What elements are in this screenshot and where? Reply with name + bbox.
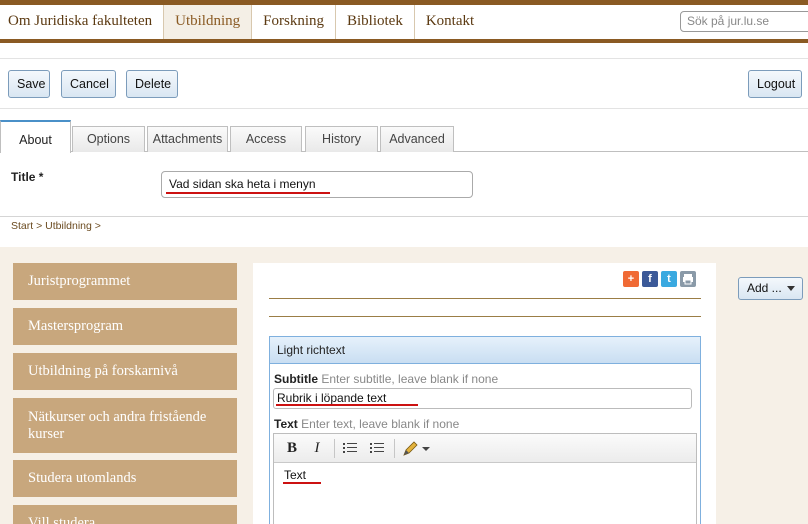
sidebar-item-studera-utomlands[interactable]: Studera utomlands [13, 460, 237, 497]
breadcrumb-bar [0, 216, 808, 247]
twitter-icon[interactable]: t [661, 271, 677, 287]
italic-button[interactable]: I [309, 439, 325, 458]
tab-access[interactable]: Access [230, 126, 302, 152]
bold-button[interactable]: B [283, 439, 301, 458]
nav-item-om-juridiska-fakulteten[interactable]: Om Juridiska fakulteten [0, 5, 165, 39]
sidebar-item-vill-studera[interactable]: Vill studera [13, 505, 237, 524]
top-navigation: Om Juridiska fakulteten Utbildning Forsk… [0, 5, 485, 39]
content-divider-bottom [269, 316, 701, 317]
subtitle-hint: Enter subtitle, leave blank if none [321, 372, 499, 386]
toolbar-separator [394, 439, 395, 458]
sidebar-item-utbildning-forskarniva[interactable]: Utbildning på forskarnivå [13, 353, 237, 390]
logout-button[interactable]: Logout [748, 70, 802, 98]
tab-about[interactable]: About [0, 120, 71, 153]
tab-attachments[interactable]: Attachments [147, 126, 228, 152]
tab-advanced[interactable]: Advanced [380, 126, 454, 152]
styles-pencil-icon[interactable] [401, 440, 431, 458]
site-header: Om Juridiska fakulteten Utbildning Forsk… [0, 0, 808, 43]
share-icons: + f t [623, 271, 696, 287]
cancel-button[interactable]: Cancel [61, 70, 116, 98]
plus-share-icon[interactable]: + [623, 271, 639, 287]
text-label-text: Text [274, 417, 298, 431]
text-annotation-underline [283, 482, 321, 484]
sidebar-item-natkurser[interactable]: Nätkurser och andra fristående kurser [13, 398, 237, 453]
nav-item-forskning[interactable]: Forskning [252, 5, 336, 39]
delete-button[interactable]: Delete [126, 70, 178, 98]
numbered-list-icon[interactable] [343, 442, 357, 454]
facebook-icon[interactable]: f [642, 271, 658, 287]
nav-item-bibliotek[interactable]: Bibliotek [336, 5, 415, 39]
add-block-button[interactable]: Add ... [738, 277, 803, 300]
sidebar-item-juristprogrammet[interactable]: Juristprogrammet [13, 263, 237, 300]
breadcrumb[interactable]: Start > Utbildning > [11, 220, 101, 232]
subtitle-annotation-underline [276, 404, 418, 406]
nav-item-kontakt[interactable]: Kontakt [415, 5, 485, 39]
chevron-down-icon [787, 286, 795, 291]
text-label: Text Enter text, leave blank if none [274, 417, 459, 431]
tab-options[interactable]: Options [72, 126, 145, 152]
add-block-label: Add ... [747, 281, 782, 295]
bullet-list-icon[interactable] [370, 442, 384, 454]
sidebar-item-mastersprogram[interactable]: Mastersprogram [13, 308, 237, 345]
editor-content[interactable]: Text [284, 468, 306, 482]
print-icon[interactable] [680, 271, 696, 287]
subtitle-label-text: Subtitle [274, 372, 318, 386]
richtext-header: Light richtext [270, 337, 700, 364]
editor-tabs: About Options Attachments Access History… [0, 120, 808, 153]
edit-toolbar: Save Cancel Delete Logout [0, 58, 808, 109]
title-label: Title * [11, 170, 44, 184]
toolbar-separator [334, 439, 335, 458]
text-hint: Enter text, leave blank if none [301, 417, 460, 431]
tab-history[interactable]: History [305, 126, 378, 152]
subtitle-label: Subtitle Enter subtitle, leave blank if … [274, 372, 498, 386]
content-divider-top [269, 298, 701, 299]
text-editor: B I Text [273, 433, 697, 524]
save-button[interactable]: Save [8, 70, 50, 98]
search-input[interactable]: Sök på jur.lu.se [680, 11, 808, 32]
editor-toolbar: B I [274, 434, 696, 463]
nav-item-utbildning[interactable]: Utbildning [164, 5, 253, 39]
title-annotation-underline [166, 192, 330, 194]
